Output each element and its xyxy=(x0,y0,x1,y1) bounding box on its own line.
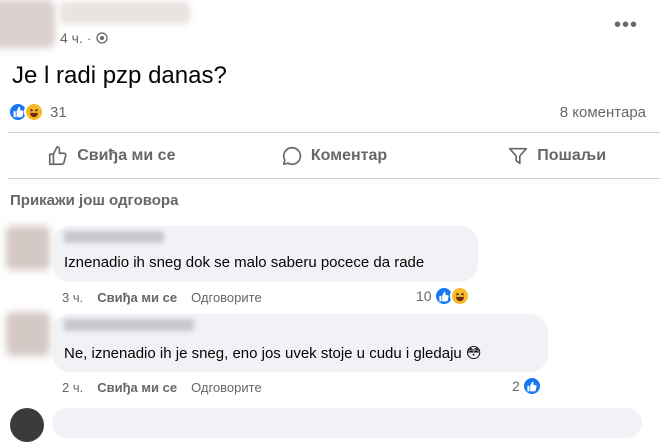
comment-author-name[interactable] xyxy=(64,319,194,331)
like-button[interactable]: Свиђа ми се xyxy=(0,138,223,174)
more-icon[interactable]: ••• xyxy=(614,14,638,37)
comment-button[interactable]: Коментар xyxy=(223,138,446,174)
show-more-replies-link[interactable]: Прикажи још одговора xyxy=(10,192,178,209)
comment-actions: 2 ч. Свиђа ми се Одговорите xyxy=(62,380,262,395)
comment-button-label: Коментар xyxy=(310,147,388,164)
thumbs-up-icon xyxy=(49,146,67,166)
post-author-avatar[interactable] xyxy=(0,0,55,48)
comment-reply-button[interactable]: Одговорите xyxy=(191,290,262,305)
comment-like-button[interactable]: Свиђа ми се xyxy=(97,290,177,305)
comment-time[interactable]: 2 ч. xyxy=(62,380,83,395)
post-reactions[interactable]: 31 xyxy=(8,102,67,122)
post-time[interactable]: 4 ч. xyxy=(60,30,83,46)
comment-text: Ne, iznenadio ih je sneg, eno jos uvek s… xyxy=(64,345,482,362)
haha-icon xyxy=(24,102,44,122)
reaction-count: 31 xyxy=(50,103,67,121)
comment-bubble xyxy=(52,408,642,438)
post-meta: 4 ч. · xyxy=(60,30,108,46)
comment-bubble: Iznenadio ih sneg dok se malo saberu poc… xyxy=(52,226,478,282)
comment-avatar[interactable] xyxy=(6,226,50,270)
like-icon xyxy=(521,376,542,396)
comment-like-button[interactable]: Свиђа ми се xyxy=(97,380,177,395)
comment-reactions[interactable]: 2 xyxy=(512,376,542,396)
comments-count[interactable]: 8 коментара xyxy=(560,104,646,121)
globe-icon xyxy=(95,32,108,44)
share-button[interactable]: Пошаљи xyxy=(445,138,668,174)
comment-text: Iznenadio ih sneg dok se malo saberu poc… xyxy=(64,254,425,271)
comment-reactions[interactable]: 10 xyxy=(416,286,470,306)
haha-icon xyxy=(449,286,470,306)
divider xyxy=(8,178,660,179)
action-bar: Свиђа ми се Коментар Пошаљи xyxy=(0,138,668,174)
meta-separator: · xyxy=(86,30,92,46)
comment-reply-button[interactable]: Одговорите xyxy=(191,380,262,395)
post-text: Je l radi pzp danas? xyxy=(12,62,227,89)
comment-reaction-count: 2 xyxy=(512,378,520,394)
comment-author-name[interactable] xyxy=(64,231,164,243)
comment-time[interactable]: 3 ч. xyxy=(62,290,83,305)
comment-avatar[interactable] xyxy=(10,408,44,442)
comment-bubble: Ne, iznenadio ih je sneg, eno jos uvek s… xyxy=(52,314,548,372)
comment-actions: 3 ч. Свиђа ми се Одговорите xyxy=(62,290,262,305)
share-icon xyxy=(509,147,528,165)
post-author-name[interactable] xyxy=(60,2,190,24)
divider xyxy=(8,132,660,133)
comment-icon xyxy=(282,146,302,166)
share-button-label: Пошаљи xyxy=(537,147,607,164)
comment-avatar[interactable] xyxy=(6,312,50,356)
comment-reaction-count: 10 xyxy=(416,288,432,304)
like-button-label: Свиђа ми се xyxy=(77,147,176,164)
